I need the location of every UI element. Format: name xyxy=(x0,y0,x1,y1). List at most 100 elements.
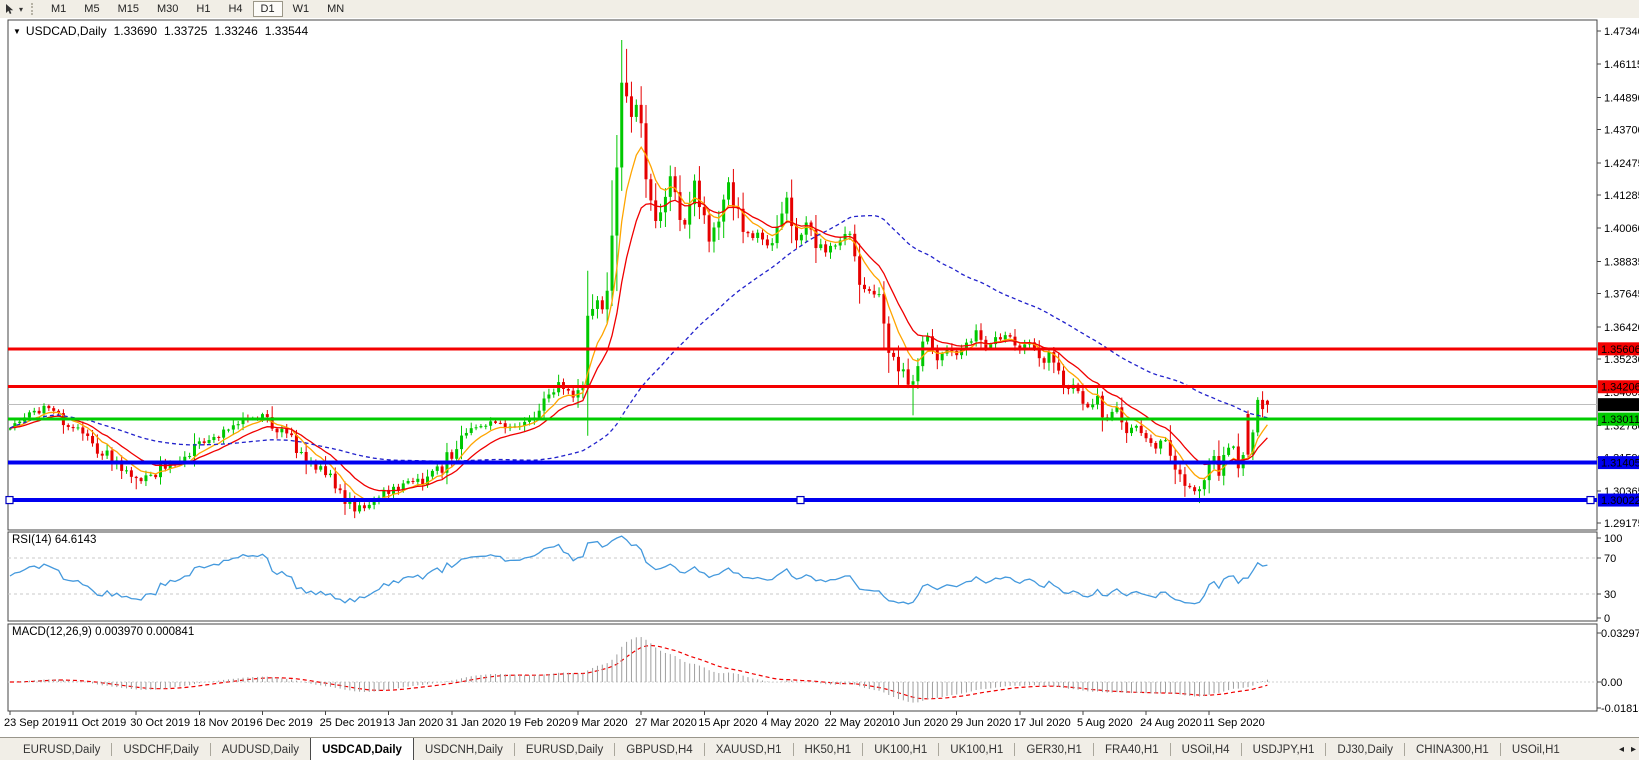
date-tick-label: 11 Oct 2019 xyxy=(67,717,126,729)
price-tick-label: 1.41285 xyxy=(1604,190,1639,202)
chart-tab-hk50-h1[interactable]: HK50,H1 xyxy=(794,738,863,760)
chart-tab-xauusd-h1[interactable]: XAUUSD,H1 xyxy=(705,738,793,760)
timeframe-toolbar: ▾ M1M5M15M30H1H4D1W1MN xyxy=(0,0,1639,18)
price-label-box: 1.31405 xyxy=(1598,456,1639,470)
chart-tab-usdchf-daily[interactable]: USDCHF,Daily xyxy=(112,738,209,760)
chart-tab-eurusd-daily[interactable]: EURUSD,Daily xyxy=(515,738,614,760)
chart-tab-dj30-daily[interactable]: DJ30,Daily xyxy=(1326,738,1404,760)
price-label-box-text: 1.34206 xyxy=(1601,382,1639,394)
date-tick-label: 19 Feb 2020 xyxy=(509,717,571,729)
date-tick-label: 24 Aug 2020 xyxy=(1140,717,1202,729)
timeframe-button-h1[interactable]: H1 xyxy=(188,1,218,17)
chart-tab-fra40-h1[interactable]: FRA40,H1 xyxy=(1094,738,1170,760)
price-tick-label: 1.42475 xyxy=(1604,158,1639,170)
time-axis[interactable]: 23 Sep 201911 Oct 201930 Oct 201918 Nov … xyxy=(4,711,1265,729)
date-tick-label: 30 Oct 2019 xyxy=(130,717,190,729)
price-tick-label: 1.38835 xyxy=(1604,256,1639,268)
price-tick-label: 1.29175 xyxy=(1604,518,1639,530)
collapse-triangle-icon[interactable]: ▼ xyxy=(13,27,21,36)
chart-canvas[interactable]: 1.473401.461151.448901.437001.424751.412… xyxy=(0,17,1639,736)
chart-tab-usdcnh-daily[interactable]: USDCNH,Daily xyxy=(414,738,514,760)
date-tick-label: 22 May 2020 xyxy=(824,717,888,729)
quote-close: 1.33544 xyxy=(265,24,308,38)
date-tick-label: 25 Dec 2019 xyxy=(320,717,382,729)
chart-title: ▼USDCAD,Daily1.336901.337251.332461.3354… xyxy=(13,24,308,38)
price-tick-label: 1.37645 xyxy=(1604,289,1639,301)
timeframe-button-m1[interactable]: M1 xyxy=(43,1,74,17)
timeframe-button-w1[interactable]: W1 xyxy=(285,1,318,17)
chart-tab-uk100-h1[interactable]: UK100,H1 xyxy=(863,738,938,760)
tab-scroll-right-icon[interactable]: ▸ xyxy=(1631,744,1636,755)
macd-pane[interactable]: 0.0329720.00-0.018154 xyxy=(8,628,1639,715)
chart-tab-bar: EURUSD,DailyUSDCHF,DailyAUDUSD,DailyUSDC… xyxy=(0,737,1639,760)
chart-tab-china300-h1[interactable]: CHINA300,H1 xyxy=(1405,738,1500,760)
rsi-indicator-label: RSI(14) 64.6143 xyxy=(12,534,96,546)
timeframe-button-h4[interactable]: H4 xyxy=(220,1,250,17)
chart-tab-usoil-h4[interactable]: USOil,H4 xyxy=(1171,738,1241,760)
price-tick-label: 1.40060 xyxy=(1604,223,1639,235)
date-tick-label: 31 Jan 2020 xyxy=(446,717,507,729)
timeframe-button-m5[interactable]: M5 xyxy=(76,1,107,17)
chart-tab-usdjpy-h1[interactable]: USDJPY,H1 xyxy=(1242,738,1326,760)
date-tick-label: 11 Sep 2020 xyxy=(1203,717,1265,729)
fast-ma-line xyxy=(10,147,1267,500)
price-label-box: 1.33011 xyxy=(1598,413,1639,427)
chart-tab-eurusd-daily[interactable]: EURUSD,Daily xyxy=(12,738,111,760)
rsi-tick-label: 100 xyxy=(1604,533,1622,545)
tab-strip: EURUSD,DailyUSDCHF,DailyAUDUSD,DailyUSDC… xyxy=(12,738,1571,760)
chevron-down-icon[interactable]: ▾ xyxy=(19,5,23,14)
line-handle[interactable] xyxy=(797,497,804,504)
price-label-box: 1.35606 xyxy=(1598,342,1639,356)
date-tick-label: 27 Mar 2020 xyxy=(635,717,697,729)
tab-scroll-arrows: ◂ ▸ xyxy=(1613,738,1636,760)
rsi-pane[interactable]: 100 70 30 0 xyxy=(8,533,1622,625)
moving-averages xyxy=(10,147,1267,500)
price-label-box-text: 1.33011 xyxy=(1601,414,1639,426)
date-tick-label: 4 May 2020 xyxy=(761,717,818,729)
price-tick-label: 1.43700 xyxy=(1604,125,1639,137)
bid-price-label-box-text: 1.33544 xyxy=(1601,400,1639,412)
price-axis[interactable]: 1.473401.461151.448901.437001.424751.412… xyxy=(1597,26,1639,530)
price-label-box: 1.34206 xyxy=(1598,380,1639,394)
macd-histogram xyxy=(10,637,1267,703)
cursor-tool-icon[interactable] xyxy=(3,2,17,16)
chart-tab-uk100-h1[interactable]: UK100,H1 xyxy=(939,738,1014,760)
macd-tick-label: 0.032972 xyxy=(1601,628,1639,640)
timeframe-button-mn[interactable]: MN xyxy=(319,1,352,17)
bid-price-label-box: 1.33544 xyxy=(1598,398,1639,412)
rsi-tick-label: 30 xyxy=(1604,589,1616,601)
price-tick-label: 1.47340 xyxy=(1604,26,1639,38)
price-label-box-text: 1.30022 xyxy=(1601,495,1639,507)
tab-scroll-left-icon[interactable]: ◂ xyxy=(1619,744,1624,755)
chart-tab-usdcad-daily[interactable]: USDCAD,Daily xyxy=(310,737,414,760)
chart-tab-audusd-daily[interactable]: AUDUSD,Daily xyxy=(211,738,310,760)
line-handle[interactable] xyxy=(1587,497,1594,504)
date-tick-label: 9 Mar 2020 xyxy=(572,717,628,729)
chart-tab-usoil-h1[interactable]: USOil,H1 xyxy=(1501,738,1571,760)
timeframe-button-m30[interactable]: M30 xyxy=(149,1,186,17)
horizontal-lines xyxy=(6,349,1597,504)
slow-ma-line xyxy=(10,216,1267,462)
macd-tick-label: 0.00 xyxy=(1601,677,1622,689)
quote-open: 1.33690 xyxy=(114,24,157,38)
timeframe-button-d1[interactable]: D1 xyxy=(253,1,283,17)
line-handle[interactable] xyxy=(6,497,13,504)
chart-tab-gbpusd-h4[interactable]: GBPUSD,H4 xyxy=(615,738,703,760)
chart-symbol-label: USDCAD,Daily xyxy=(26,24,107,38)
toolbar-grip xyxy=(31,3,36,15)
macd-indicator-label: MACD(12,26,9) 0.003970 0.000841 xyxy=(12,626,194,638)
date-tick-label: 13 Jan 2020 xyxy=(383,717,444,729)
price-label-box-text: 1.35606 xyxy=(1601,344,1639,356)
price-label-box: 1.30022 xyxy=(1598,494,1639,508)
price-tick-label: 1.36420 xyxy=(1604,322,1639,334)
date-tick-label: 6 Dec 2019 xyxy=(256,717,312,729)
rsi-tick-label: 0 xyxy=(1604,613,1610,625)
chart-tab-ger30-h1[interactable]: GER30,H1 xyxy=(1015,738,1093,760)
rsi-tick-label: 70 xyxy=(1604,553,1616,565)
cursor-tool-icon-glyph xyxy=(4,3,16,15)
timeframe-button-m15[interactable]: M15 xyxy=(110,1,147,17)
price-label-box-text: 1.31405 xyxy=(1601,458,1639,470)
terminal-window: ▾ M1M5M15M30H1H4D1W1MN 1.47340 1.46115 1.4… xyxy=(0,0,1639,760)
candles[interactable] xyxy=(9,40,1269,518)
price-tick-label: 1.46115 xyxy=(1604,59,1639,71)
